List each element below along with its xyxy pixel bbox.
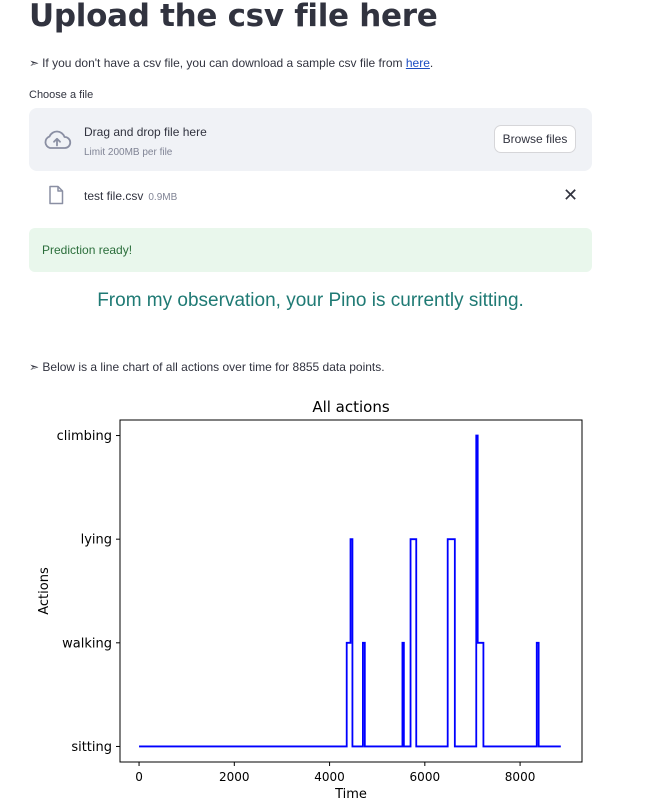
file-icon [48,185,64,210]
file-uploader-label: Choose a file [29,89,94,101]
info-text: If you don't have a csv file, you can do… [42,56,406,70]
uploaded-file-size: 0.9MB [148,192,178,203]
y-tick-label: lying [81,533,112,548]
file-name-text: test file.csv [84,189,144,203]
observation-text: From my observation, your Pino is curren… [97,290,524,311]
sample-download-link[interactable]: here [406,56,430,70]
x-tick-label: 6000 [410,770,441,784]
y-tick-label: walking [62,636,112,651]
chart-description-text: Below is a line chart of all actions ove… [42,360,385,374]
x-axis-label: Time [334,787,367,802]
page-title: Upload the csv file here [29,0,438,34]
sample-info-text: ➣ If you don't have a csv file, you can d… [29,56,433,70]
x-tick-label: 0 [135,770,143,784]
file-dropzone[interactable]: Drag and drop file here Limit 200MB per … [29,108,592,171]
dropzone-limit: Limit 200MB per file [84,147,173,158]
arrow-icon: ➣ [29,56,40,70]
chart-description: ➣ Below is a line chart of all actions o… [29,360,385,374]
y-tick-label: climbing [57,429,112,444]
success-alert: Prediction ready! [29,228,592,272]
actions-series-line [139,434,561,748]
chart-title: All actions [312,398,390,416]
arrow-icon: ➣ [29,360,40,374]
success-alert-text: Prediction ready! [42,243,133,257]
y-axis-label: Actions [37,567,52,615]
x-tick-label: 2000 [219,770,250,784]
x-tick-label: 8000 [505,770,536,784]
cloud-upload-icon [42,128,72,157]
close-icon[interactable]: ✕ [563,184,578,206]
browse-files-button[interactable]: Browse files [494,125,576,153]
uploaded-file-name: test file.csv 0.9MB [84,189,177,203]
info-suffix: . [429,56,434,70]
uploaded-file-row: test file.csv 0.9MB ✕ [29,182,592,212]
y-tick-label: sitting [71,740,112,755]
dropzone-instructions: Drag and drop file here [84,125,207,139]
actions-line-chart: All actions 0 2000 4000 6000 8000 sitting walki… [37,398,583,802]
x-tick-label: 4000 [314,770,345,784]
